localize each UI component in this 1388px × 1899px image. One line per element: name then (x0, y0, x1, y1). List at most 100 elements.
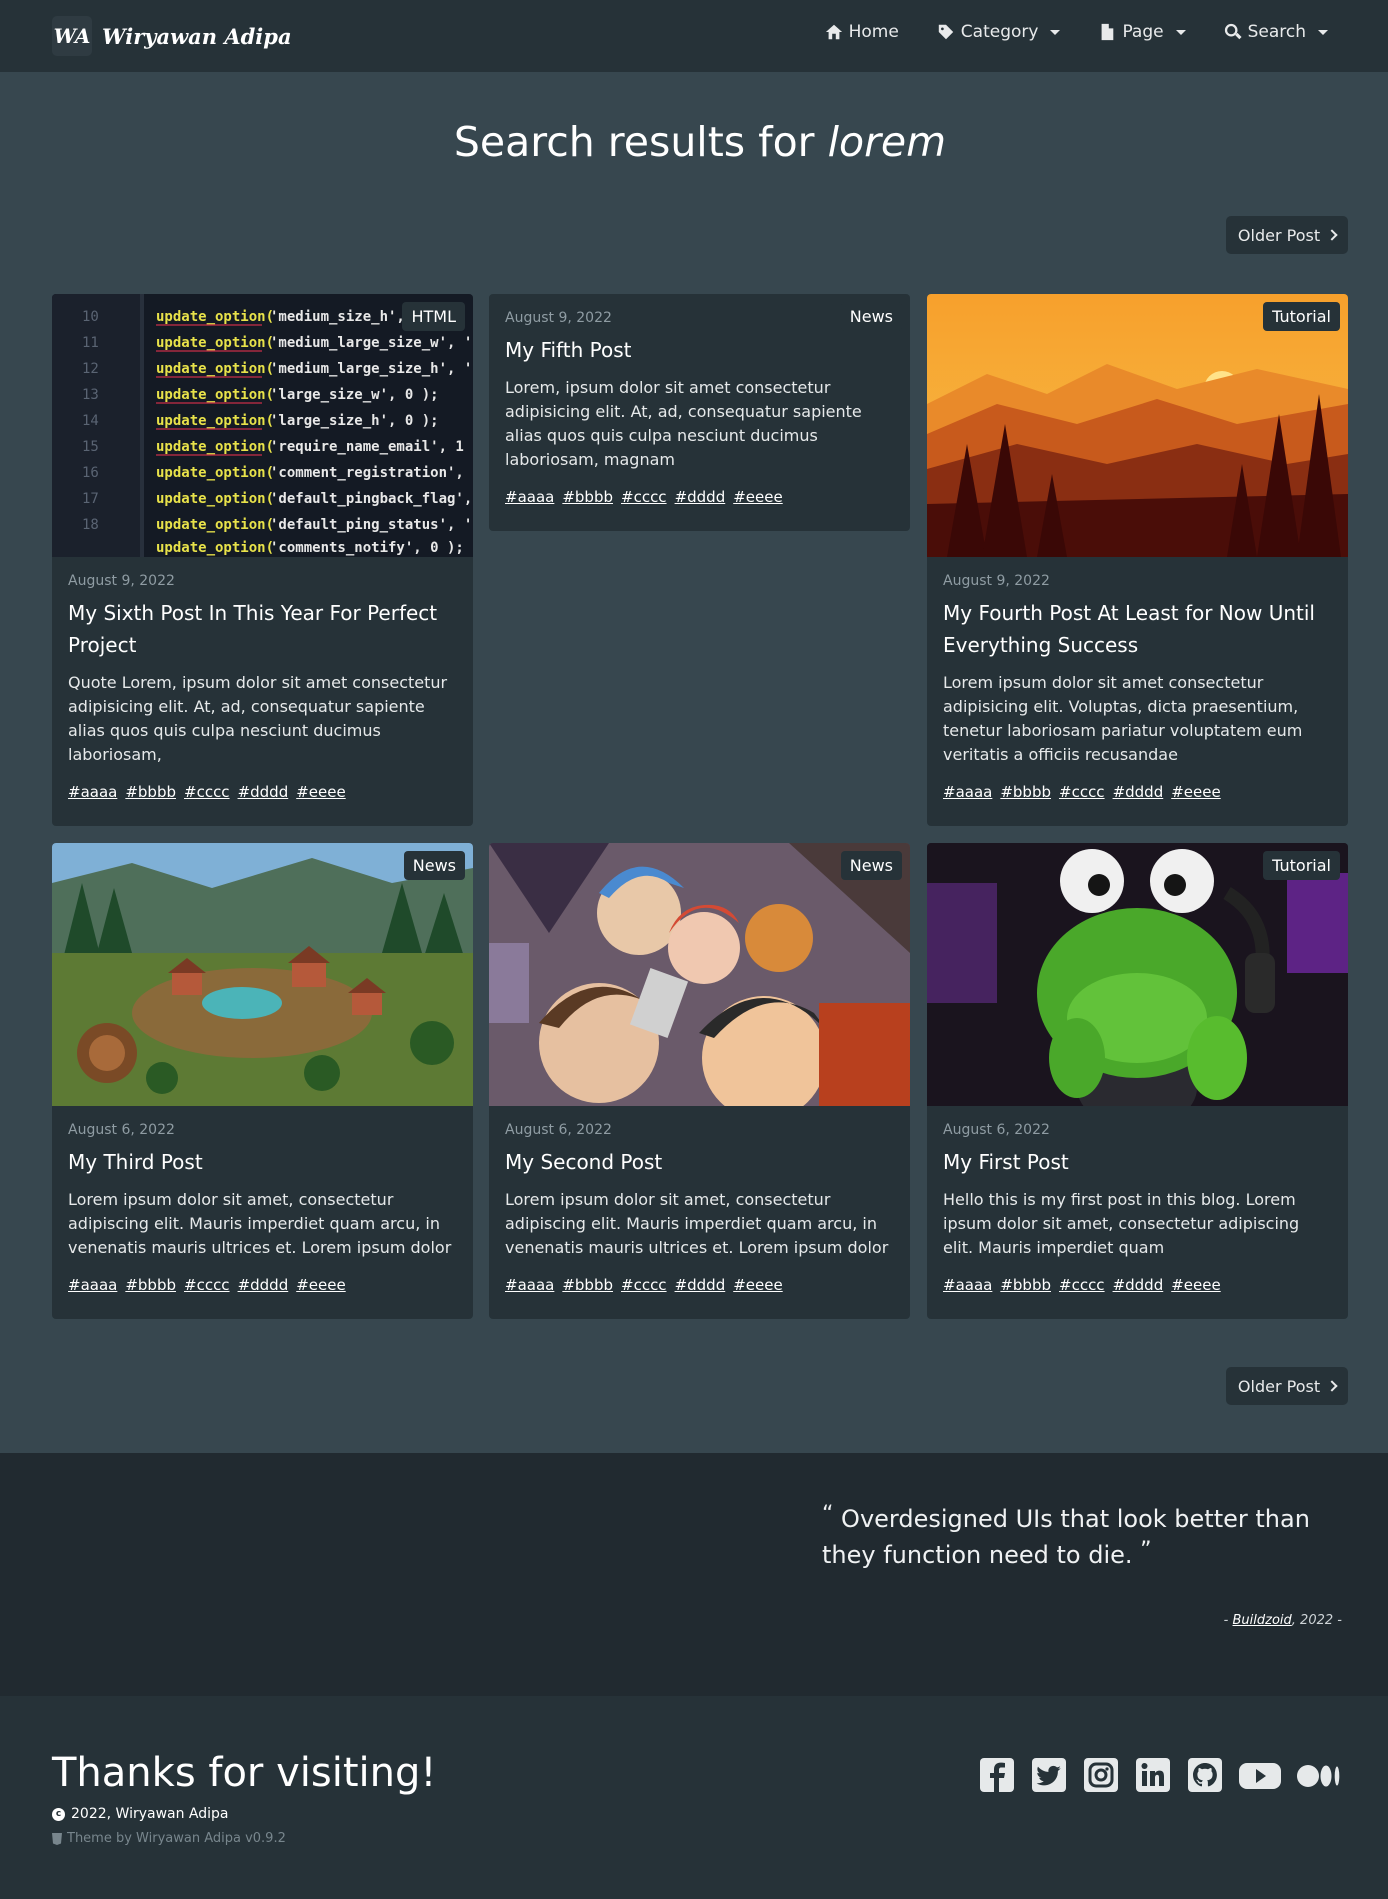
post-title[interactable]: My Second Post (505, 1146, 894, 1178)
footer-copyright: c 2022, Wiryawan Adipa (52, 1806, 229, 1822)
svg-text:16: 16 (82, 465, 99, 481)
tag-link[interactable]: #aaaa (68, 783, 117, 801)
older-post-button-bottom[interactable]: Older Post (1226, 1367, 1348, 1405)
post-image-plush[interactable]: Tutorial (927, 843, 1348, 1128)
nav-category-dropdown[interactable]: Category (937, 22, 1061, 42)
tag-link[interactable]: #dddd (675, 1276, 726, 1294)
tag-link[interactable]: #cccc (1059, 1276, 1105, 1294)
tag-link[interactable]: #aaaa (505, 488, 554, 506)
svg-text:17: 17 (82, 491, 99, 507)
older-post-button-top[interactable]: Older Post (1226, 216, 1348, 254)
tag-link[interactable]: #dddd (675, 488, 726, 506)
tag-link[interactable]: #cccc (621, 1276, 667, 1294)
tag-link[interactable]: #dddd (238, 783, 289, 801)
chevron-down-icon (1318, 29, 1328, 35)
tag-link[interactable]: #eeee (1171, 1276, 1220, 1294)
category-badge[interactable]: Tutorial (1263, 302, 1340, 331)
tag-link[interactable]: #cccc (184, 1276, 230, 1294)
tag-link[interactable]: #bbbb (562, 1276, 613, 1294)
post-card[interactable]: News August 6, 2022 My Third Post Lorem … (52, 843, 473, 1319)
post-card-body: August 6, 2022 My First Post Hello this … (927, 1106, 1348, 1312)
tag-link[interactable]: #bbbb (1000, 783, 1051, 801)
tag-link[interactable]: #bbbb (562, 488, 613, 506)
nav-home-label: Home (848, 22, 899, 42)
quote-author-link[interactable]: Buildzoid (1233, 1613, 1292, 1628)
tag-link[interactable]: #dddd (1113, 1276, 1164, 1294)
post-excerpt: Lorem, ipsum dolor sit amet consectetur … (505, 378, 862, 469)
post-date: August 6, 2022 (943, 1122, 1050, 1138)
tag-link[interactable]: #eeee (733, 1276, 782, 1294)
nav-search-dropdown[interactable]: Search (1224, 22, 1328, 42)
facebook-icon[interactable] (978, 1756, 1016, 1794)
youtube-icon[interactable] (1238, 1756, 1282, 1794)
category-badge[interactable]: News (840, 302, 902, 331)
medium-icon[interactable] (1296, 1756, 1342, 1794)
svg-text:13: 13 (82, 387, 99, 403)
linkedin-icon[interactable] (1134, 1756, 1172, 1794)
post-card[interactable]: Tutorial August 9, 2022 My Fourth Post A… (927, 294, 1348, 826)
post-title[interactable]: My Third Post (68, 1146, 457, 1178)
tag-link[interactable]: #eeee (733, 488, 782, 506)
post-image-sunset[interactable]: Tutorial (927, 294, 1348, 557)
tag-link[interactable]: #bbbb (1000, 1276, 1051, 1294)
post-excerpt: Hello this is my first post in this blog… (943, 1190, 1300, 1257)
svg-text:'default_pingback_flag', 0 );: 'default_pingback_flag', 0 ); (270, 491, 473, 507)
post-image-village[interactable]: News (52, 843, 473, 1106)
post-image-code[interactable]: 10 11 12 13 14 15 16 17 18 update_option('mediu… (52, 294, 473, 557)
tag-link[interactable]: #dddd (238, 1276, 289, 1294)
brand-link[interactable]: WA Wiryawan Adipa (52, 16, 292, 56)
tag-link[interactable]: #cccc (1059, 783, 1105, 801)
svg-text:update_option(: update_option( (156, 335, 274, 351)
post-card[interactable]: Tutorial August 6, 2022 My First Post He… (927, 843, 1348, 1319)
green-plush-image (927, 843, 1348, 1128)
category-badge[interactable]: News (840, 851, 902, 880)
nav-page-dropdown[interactable]: Page (1098, 22, 1186, 42)
main-nav: Home Category Page Search (825, 22, 1328, 42)
tag-link[interactable]: #aaaa (943, 1276, 992, 1294)
svg-text:10: 10 (82, 309, 99, 325)
tag-link[interactable]: #aaaa (505, 1276, 554, 1294)
svg-text:update_option(: update_option( (156, 517, 274, 533)
svg-text:'comments_notify', 0 );: 'comments_notify', 0 ); (270, 540, 464, 556)
footer-copyright-text: 2022, Wiryawan Adipa (71, 1806, 229, 1822)
footer-theme-text[interactable]: Theme by Wiryawan Adipa v0.9.2 (67, 1831, 286, 1846)
post-card[interactable]: 10 11 12 13 14 15 16 17 18 update_option('mediu… (52, 294, 473, 826)
github-icon[interactable] (1186, 1756, 1224, 1794)
post-excerpt: Quote Lorem, ipsum dolor sit amet consec… (68, 673, 448, 764)
chevron-right-icon (1326, 1380, 1338, 1392)
html5-icon (52, 1832, 62, 1845)
category-badge[interactable]: Tutorial (1263, 851, 1340, 880)
page-title-prefix: Search results for (453, 118, 815, 166)
post-title[interactable]: My First Post (943, 1146, 1332, 1178)
category-badge[interactable]: News (403, 851, 465, 880)
category-badge[interactable]: HTML (402, 302, 465, 331)
tag-link[interactable]: #bbbb (125, 783, 176, 801)
nav-home[interactable]: Home (825, 22, 899, 42)
post-date: August 9, 2022 (943, 573, 1050, 589)
twitter-icon[interactable] (1030, 1756, 1068, 1794)
post-card[interactable]: News August 9, 2022 My Fifth Post Lorem,… (489, 294, 910, 531)
svg-text:11: 11 (82, 335, 99, 351)
tag-link[interactable]: #cccc (184, 783, 230, 801)
tag-link[interactable]: #bbbb (125, 1276, 176, 1294)
post-excerpt: Lorem ipsum dolor sit amet, consectetur … (505, 1190, 889, 1257)
tag-link[interactable]: #eeee (296, 1276, 345, 1294)
anime-collage-image (489, 843, 910, 1120)
post-title[interactable]: My Fourth Post At Least for Now Until Ev… (943, 597, 1332, 661)
instagram-icon[interactable] (1082, 1756, 1120, 1794)
post-tags: #aaaa #bbbb #cccc #dddd #eeee (505, 1276, 894, 1294)
tag-link[interactable]: #aaaa (943, 783, 992, 801)
tag-link[interactable]: #cccc (621, 488, 667, 506)
tag-link[interactable]: #dddd (1113, 783, 1164, 801)
post-title[interactable]: My Sixth Post In This Year For Perfect P… (68, 597, 457, 661)
svg-text:'default_ping_status', 'closed: 'default_ping_status', 'closed' (270, 517, 473, 533)
post-image-anime[interactable]: News (489, 843, 910, 1120)
post-title[interactable]: My Fifth Post (505, 334, 894, 366)
post-date: August 6, 2022 (505, 1122, 612, 1138)
svg-text:update_option(: update_option( (156, 309, 274, 325)
tag-link[interactable]: #eeee (296, 783, 345, 801)
tag-link[interactable]: #eeee (1171, 783, 1220, 801)
post-tags: #aaaa #bbbb #cccc #dddd #eeee (68, 1276, 457, 1294)
post-card[interactable]: News August 6, 2022 My Second Post Lorem… (489, 843, 910, 1319)
tag-link[interactable]: #aaaa (68, 1276, 117, 1294)
